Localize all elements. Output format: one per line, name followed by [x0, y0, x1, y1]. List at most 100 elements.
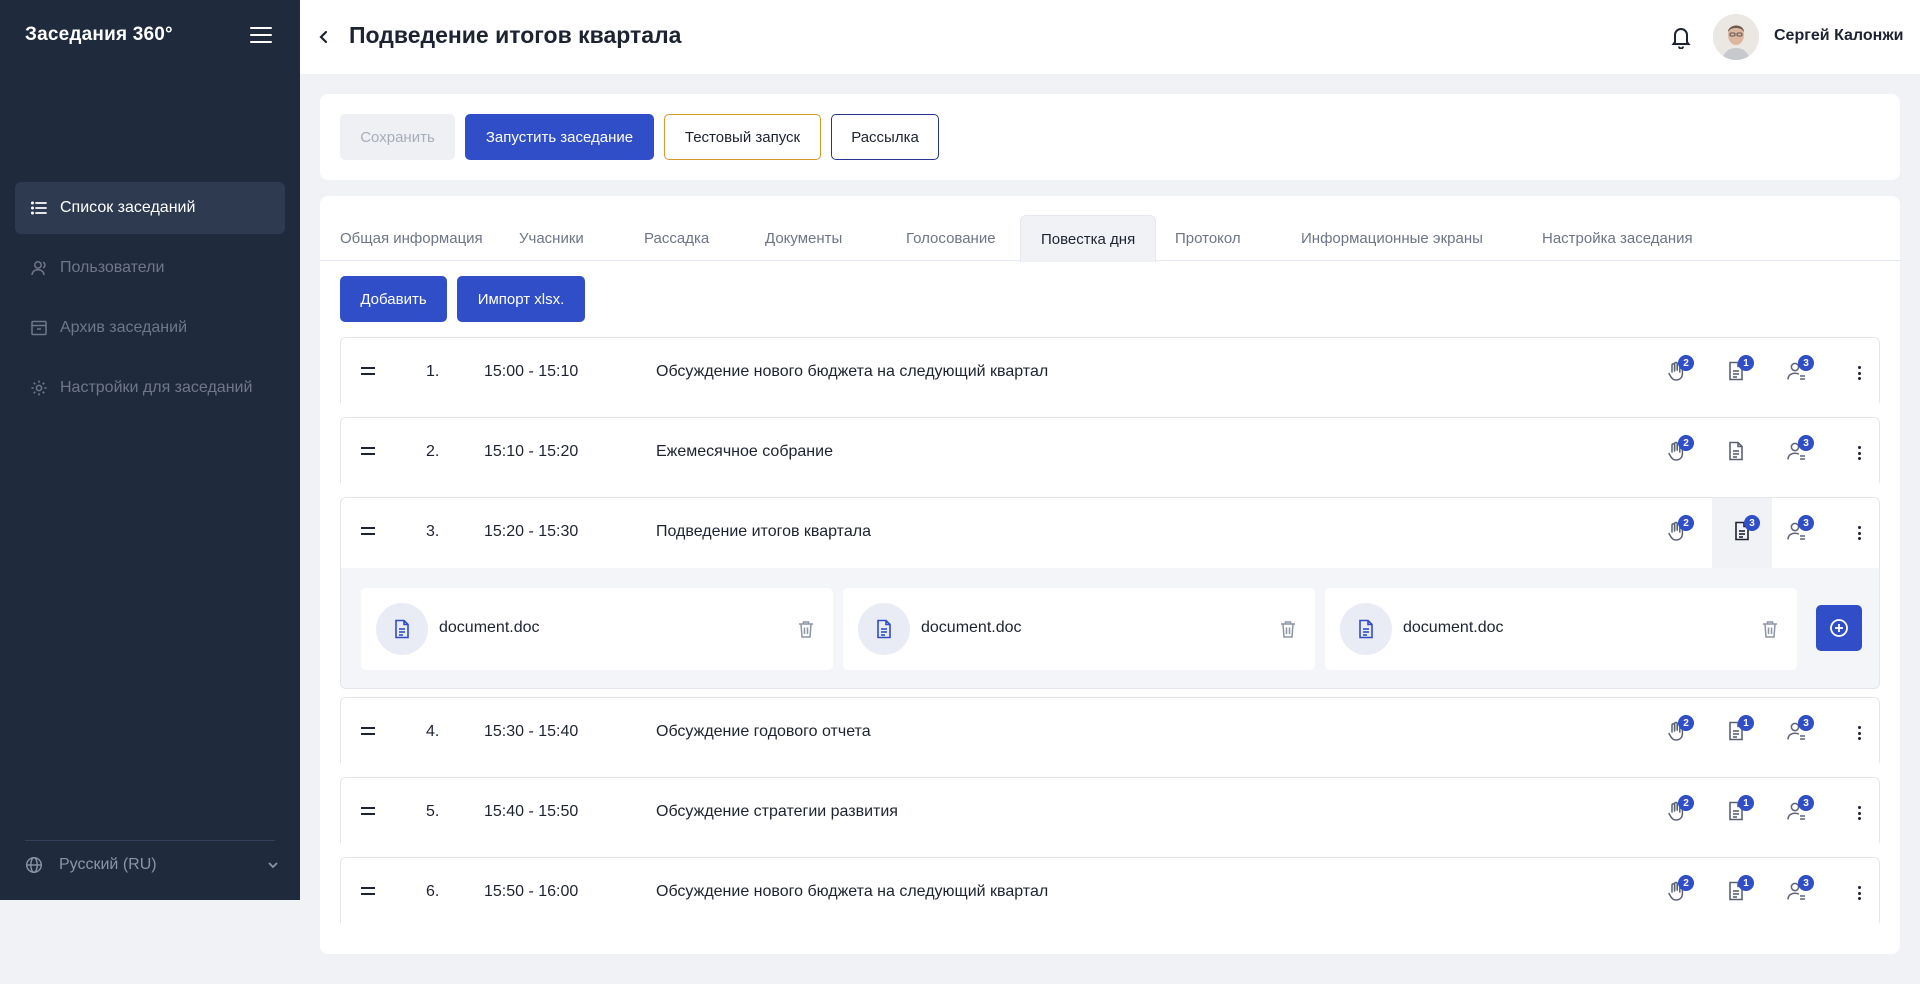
more-options-icon[interactable]: [1851, 883, 1867, 903]
sidebar-item-settings[interactable]: Настройки для заседаний: [15, 362, 285, 414]
agenda-time: 15:10 - 15:20: [484, 443, 579, 460]
voting-count-badge: 2: [1678, 515, 1694, 531]
document-name: document.doc: [921, 619, 1022, 636]
sidebar-item-label: Архив заседаний: [60, 319, 187, 336]
speakers-button[interactable]: 3: [1778, 435, 1814, 471]
agenda-topic: Обсуждение нового бюджета на следующий к…: [656, 883, 1049, 900]
agenda-row[interactable]: 3. 15:20 - 15:30 Подведение итогов квартал…: [340, 497, 1880, 689]
agenda-number: 3.: [426, 523, 440, 540]
mailing-button[interactable]: Рассылка: [831, 114, 939, 160]
documents-button[interactable]: 1: [1718, 795, 1754, 831]
documents-count-badge: 3: [1744, 515, 1760, 531]
language-select[interactable]: Русский (RU): [25, 852, 280, 878]
voting-count-badge: 2: [1678, 795, 1694, 811]
agenda-row[interactable]: 4. 15:30 - 15:40 Обсуждение годового отчет…: [340, 697, 1880, 768]
tab-meeting-settings[interactable]: Настройка заседания: [1522, 215, 1713, 261]
document-name: document.doc: [439, 619, 540, 636]
agenda-row[interactable]: 5. 15:40 - 15:50 Обсуждение стратегии разв…: [340, 777, 1880, 848]
agenda-topic: Обсуждение нового бюджета на следующий к…: [656, 363, 1049, 380]
voting-button[interactable]: 2: [1658, 515, 1694, 551]
sidebar-item-users[interactable]: Пользователи: [15, 242, 285, 294]
document-icon: [1725, 440, 1747, 467]
document-name: document.doc: [1403, 619, 1504, 636]
tab-protocol[interactable]: Протокол: [1155, 215, 1261, 261]
documents-button[interactable]: 1: [1718, 715, 1754, 751]
tab-general-info[interactable]: Общая информация: [320, 215, 503, 261]
voting-count-badge: 2: [1678, 355, 1694, 371]
more-options-icon[interactable]: [1851, 803, 1867, 823]
agenda-row[interactable]: 1. 15:00 - 15:10 Обсуждение нового бюджета…: [340, 337, 1880, 408]
more-options-icon[interactable]: [1851, 363, 1867, 383]
tab-bar: Общая информация Учасники Рассадка Докум…: [320, 215, 1900, 262]
speakers-count-badge: 3: [1798, 355, 1814, 371]
more-options-icon[interactable]: [1851, 443, 1867, 463]
add-document-button[interactable]: [1816, 605, 1862, 651]
speakers-count-badge: 3: [1798, 515, 1814, 531]
agenda-row[interactable]: 6. 15:50 - 16:00 Обсуждение нового бюджета…: [340, 857, 1880, 928]
list-icon: [30, 199, 48, 217]
trash-icon[interactable]: [1761, 619, 1779, 639]
user-name[interactable]: Сергей Калонжи: [1774, 27, 1904, 45]
tab-participants[interactable]: Учасники: [499, 215, 604, 261]
save-button[interactable]: Сохранить: [340, 114, 455, 160]
documents-button[interactable]: [1718, 435, 1754, 471]
more-options-icon[interactable]: [1851, 523, 1867, 543]
trash-icon[interactable]: [797, 619, 815, 639]
documents-count-badge: 1: [1738, 715, 1754, 731]
test-run-button[interactable]: Тестовый запуск: [664, 114, 821, 160]
tab-info-screens[interactable]: Информационные экраны: [1281, 215, 1503, 261]
tab-agenda[interactable]: Повестка дня: [1020, 215, 1157, 262]
archive-icon: [30, 319, 48, 337]
avatar[interactable]: [1713, 14, 1759, 60]
document-card[interactable]: document.doc: [843, 588, 1315, 670]
speakers-button[interactable]: 3: [1778, 515, 1814, 551]
agenda-time: 15:30 - 15:40: [484, 723, 579, 740]
agenda-number: 6.: [426, 883, 440, 900]
documents-button[interactable]: 1: [1718, 355, 1754, 391]
tab-documents[interactable]: Документы: [745, 215, 862, 261]
speakers-button[interactable]: 3: [1778, 355, 1814, 391]
import-xlsx-button[interactable]: Импорт xlsx.: [457, 276, 585, 322]
speakers-button[interactable]: 3: [1778, 715, 1814, 751]
sidebar: Заседания 360° Список заседаний Пользова…: [0, 0, 300, 900]
documents-button[interactable]: 3: [1712, 498, 1772, 568]
users-icon: [30, 259, 48, 277]
documents-button[interactable]: 1: [1718, 875, 1754, 911]
divider: [25, 840, 275, 841]
speakers-count-badge: 3: [1798, 715, 1814, 731]
drag-handle-icon[interactable]: [361, 367, 375, 377]
drag-handle-icon[interactable]: [361, 527, 375, 537]
sidebar-item-archive[interactable]: Архив заседаний: [15, 302, 285, 354]
drag-handle-icon[interactable]: [361, 807, 375, 817]
add-button[interactable]: Добавить: [340, 276, 447, 322]
voting-button[interactable]: 2: [1658, 715, 1694, 751]
menu-toggle-icon[interactable]: [250, 27, 272, 45]
voting-button[interactable]: 2: [1658, 355, 1694, 391]
sidebar-item-meetings[interactable]: Список заседаний: [15, 182, 285, 234]
agenda-topic: Обсуждение стратегии развития: [656, 803, 898, 820]
drag-handle-icon[interactable]: [361, 887, 375, 897]
tab-voting[interactable]: Голосование: [886, 215, 1016, 261]
more-options-icon[interactable]: [1851, 723, 1867, 743]
voting-button[interactable]: 2: [1658, 875, 1694, 911]
agenda-panel: Общая информация Учасники Рассадка Докум…: [320, 196, 1900, 954]
language-label: Русский (RU): [59, 856, 157, 873]
document-card[interactable]: document.doc: [361, 588, 833, 670]
agenda-row[interactable]: 2. 15:10 - 15:20 Ежемесячное собрание 2 3: [340, 417, 1880, 488]
plus-circle-icon: [1830, 619, 1848, 637]
voting-button[interactable]: 2: [1658, 795, 1694, 831]
sidebar-item-label: Список заседаний: [60, 199, 196, 216]
drag-handle-icon[interactable]: [361, 727, 375, 737]
tab-seating[interactable]: Рассадка: [624, 215, 729, 261]
document-card[interactable]: document.doc: [1325, 588, 1797, 670]
back-arrow-icon[interactable]: [314, 27, 334, 47]
start-meeting-button[interactable]: Запустить заседание: [465, 114, 654, 160]
trash-icon[interactable]: [1279, 619, 1297, 639]
agenda-number: 5.: [426, 803, 440, 820]
voting-button[interactable]: 2: [1658, 435, 1694, 471]
speakers-button[interactable]: 3: [1778, 795, 1814, 831]
speakers-count-badge: 3: [1798, 795, 1814, 811]
bell-icon[interactable]: [1670, 25, 1692, 49]
drag-handle-icon[interactable]: [361, 447, 375, 457]
speakers-button[interactable]: 3: [1778, 875, 1814, 911]
